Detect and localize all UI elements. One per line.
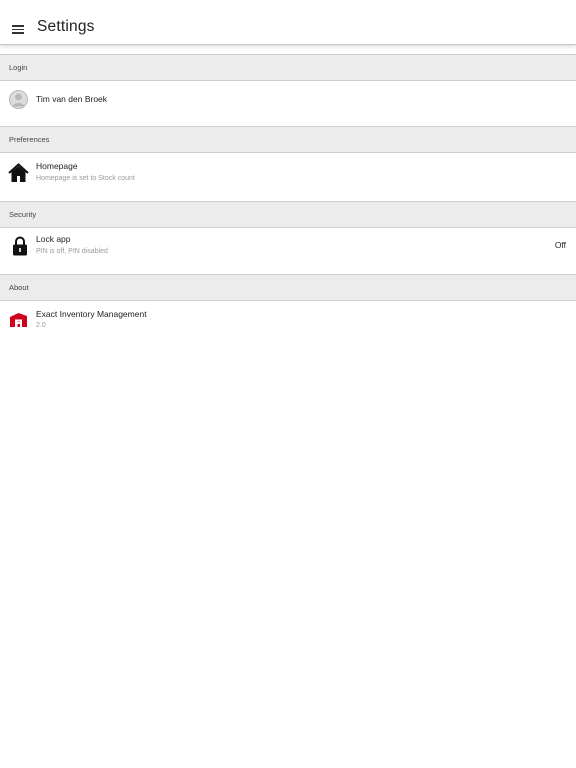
- homepage-row[interactable]: Homepage Homepage is set to Stock count: [0, 153, 576, 201]
- menu-button[interactable]: [6, 17, 30, 41]
- home-icon: [8, 163, 29, 183]
- homepage-subtitle: Homepage is set to Stock count: [36, 175, 135, 182]
- section-header-preferences: Preferences: [0, 126, 576, 153]
- app-version: 2.0: [36, 322, 46, 329]
- lock-app-row[interactable]: Lock app PIN is off, PIN disabled Off: [0, 228, 576, 274]
- avatar-icon: [9, 90, 28, 109]
- exact-logo-icon: [9, 312, 28, 328]
- lock-app-title: Lock app: [36, 234, 71, 244]
- section-header-login: Login: [0, 54, 576, 81]
- lock-icon: [12, 236, 28, 256]
- about-app-row[interactable]: Exact Inventory Management 2.0: [0, 301, 576, 345]
- app-bar: Settings: [0, 0, 576, 45]
- hamburger-menu-icon: [12, 25, 24, 27]
- app-name: Exact Inventory Management: [36, 309, 147, 319]
- login-user-row[interactable]: Tim van den Broek: [0, 81, 576, 126]
- user-name: Tim van den Broek: [36, 94, 108, 104]
- section-header-security: Security: [0, 201, 576, 228]
- section-header-about: About: [0, 274, 576, 301]
- lock-app-subtitle: PIN is off, PIN disabled: [36, 248, 108, 255]
- lock-app-value: Off: [554, 240, 566, 250]
- homepage-title: Homepage: [36, 161, 78, 171]
- page-title: Settings: [37, 18, 95, 35]
